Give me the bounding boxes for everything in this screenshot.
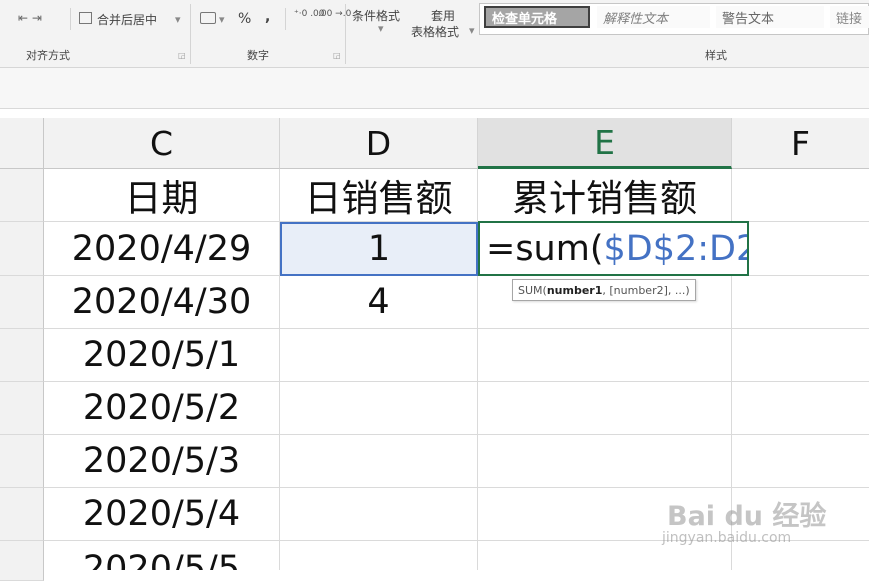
formula-prefix: =sum( [486,228,604,269]
column-header-c[interactable]: C [44,118,280,169]
currency-chevron-icon[interactable]: ▾ [219,13,225,26]
conditional-format-chevron-icon[interactable]: ▾ [378,22,384,35]
cell-f2[interactable] [749,222,869,276]
cell-c7[interactable]: 2020/5/4 [44,488,280,541]
group-separator [345,4,346,64]
cell-f1[interactable] [732,169,869,222]
cell-d1[interactable]: 日销售额 [280,169,478,222]
tooltip-arg-current[interactable]: number1 [547,284,603,297]
styles-group-label: 样式 [705,49,727,62]
merge-dropdown-chevron-icon[interactable]: ▾ [175,13,181,26]
separator [285,8,286,30]
cell-c8[interactable]: 2020/5/5 [44,541,280,570]
percent-button[interactable]: % [238,11,251,27]
watermark-url: jingyan.baidu.com [662,530,792,546]
formula-range-ref: $D$2:D2 [603,228,749,269]
row-header[interactable] [0,488,44,541]
row-header-stub [0,118,44,169]
number-group-label: 数字 [247,49,269,62]
format-as-table-button[interactable]: 套用 [431,7,455,24]
cell-c5[interactable]: 2020/5/2 [44,382,280,435]
cell-e2-editing[interactable]: =sum($D$2:D2 [478,221,749,276]
cell-d2-referenced[interactable]: 1 [280,222,478,276]
merge-icon [79,12,92,24]
format-as-table-label: 表格格式 [411,25,460,39]
format-as-table-chevron-icon[interactable]: ▾ [469,24,475,37]
link-style[interactable]: 链接 [830,6,869,28]
row-header[interactable] [0,435,44,488]
column-header-d[interactable]: D [280,118,478,169]
cell-d3[interactable]: 4 [280,276,478,329]
row-header[interactable] [0,169,44,222]
separator [70,8,71,30]
row-header[interactable] [0,329,44,382]
cell-c6[interactable]: 2020/5/3 [44,435,280,488]
cell-e4[interactable] [478,329,732,382]
row-header[interactable] [0,541,44,581]
decrease-decimal-icon[interactable]: .00 →.0 [318,10,351,19]
check-cell-style[interactable]: 检查单元格 [484,6,590,28]
cell-c1[interactable]: 日期 [44,169,280,222]
function-tooltip: SUM(number1, [number2], ...) [512,279,696,301]
row-header[interactable] [0,276,44,329]
cell-d6[interactable] [280,435,478,488]
cell-d8[interactable] [280,541,478,570]
watermark-logo: Bai du 经验 [667,501,827,532]
merge-center-button[interactable]: 合并后居中 [97,11,157,28]
cell-f3[interactable] [732,276,869,329]
cell-d7[interactable] [280,488,478,541]
currency-icon[interactable] [200,12,216,24]
cell-c3[interactable]: 2020/4/30 [44,276,280,329]
alignment-launcher-icon[interactable]: ◲ [178,51,186,60]
comma-style-button[interactable]: , [265,9,270,25]
cell-e6[interactable] [478,435,732,488]
formula-bar-area [0,68,869,109]
column-header-f[interactable]: F [732,118,869,169]
warning-text-style[interactable]: 警告文本 [716,6,824,28]
ribbon: ⇤ ⇥ 合并后居中 ▾ 对齐方式 ◲ ▾ % , ⁺·0 .00 .00 →.0… [0,0,869,68]
cell-e1[interactable]: 累计销售额 [478,169,732,222]
cell-e5[interactable] [478,382,732,435]
tooltip-function-name: SUM( [518,283,547,297]
conditional-format-button[interactable]: 条件格式 [352,7,400,24]
cell-f5[interactable] [732,382,869,435]
cell-d4[interactable] [280,329,478,382]
indent-icon[interactable]: ⇤ ⇥ [18,11,42,25]
number-launcher-icon[interactable]: ◲ [333,51,341,60]
cell-d5[interactable] [280,382,478,435]
cell-c2[interactable]: 2020/4/29 [44,222,280,276]
row-header[interactable] [0,222,44,276]
row-header[interactable] [0,382,44,435]
cell-c4[interactable]: 2020/5/1 [44,329,280,382]
explanatory-text-style[interactable]: 解释性文本 [597,6,710,28]
alignment-group-label: 对齐方式 [26,49,70,62]
tooltip-arg-rest: , [number2], ...) [602,283,690,297]
cell-f4[interactable] [732,329,869,382]
cell-f6[interactable] [732,435,869,488]
column-header-e[interactable]: E [478,118,732,169]
group-separator [190,4,191,64]
increase-decimal-icon[interactable]: ⁺·0 .00 [294,10,325,19]
